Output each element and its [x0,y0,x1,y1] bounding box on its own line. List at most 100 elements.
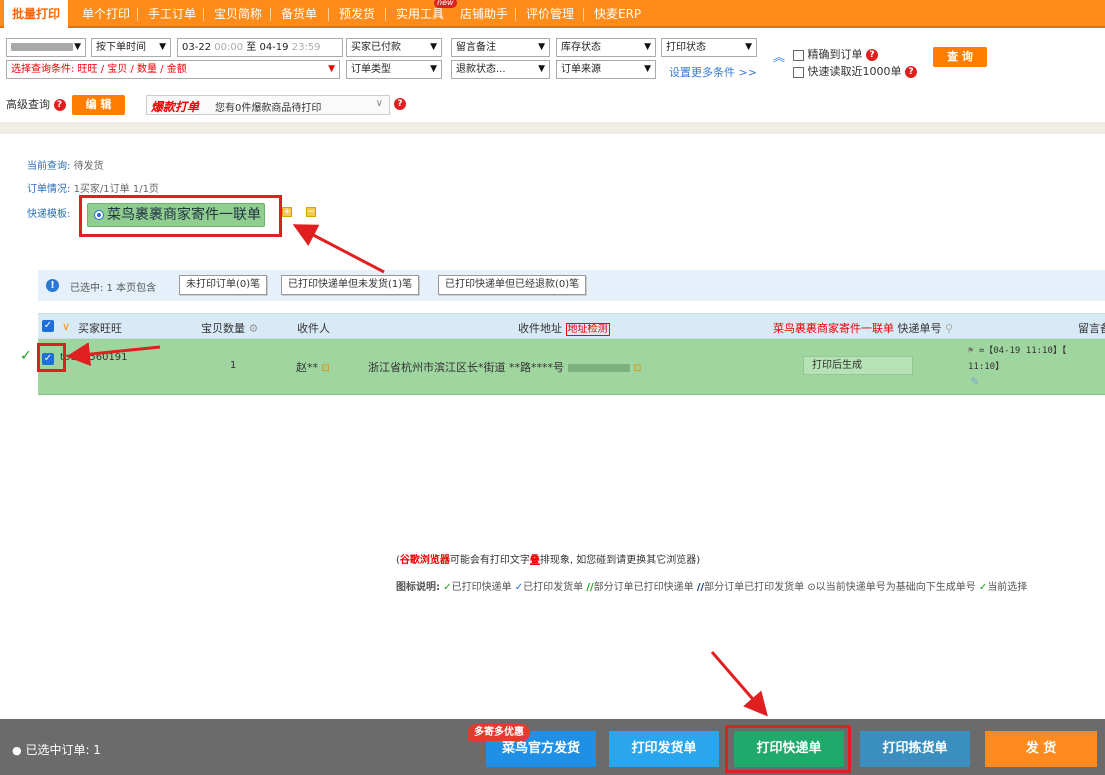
annotation-print-waybill-box [725,725,851,773]
tab-separator [203,8,204,21]
header-qty[interactable]: 宝贝数量 ⚙ [201,320,258,336]
chevron-down-icon: ∨ [375,98,383,109]
address-check-button[interactable]: 地址检测 [565,323,610,336]
warning-browser: 谷歌浏览器 [399,555,450,566]
tab-stock-list[interactable]: 备货单 [273,0,325,28]
shop-select[interactable]: ▼ [6,38,86,57]
exact-order-label: 精确到订单 [807,48,863,61]
chevron-down-icon: ▼ [538,42,545,52]
item-qty: 1 [230,360,237,371]
help-icon[interactable]: ? [905,66,917,78]
print-invoice-button[interactable]: 打印发货单 [609,731,719,767]
table-row[interactable]: ✓ tb112560191 1 赵** ⊡ 浙江省杭州市滨江区长*街道 **路*… [38,339,1105,395]
remark-cell: ⚑ =【04-19 11:10】【 [968,343,1066,356]
pay-status-select[interactable]: 买家已付款 ▼ [346,38,442,57]
edit-remark-icon[interactable]: ✎ [970,375,979,388]
remark-select[interactable]: 留言备注 ▼ [451,38,550,57]
order-status: 订单情况: 1买家/1订单 1/1页 [27,180,159,195]
icon-legend: 图标说明: ✓已打印快递单 ✓已打印发货单 //部分订单已打印快递单 //部分订… [396,578,1027,593]
header-address-label: 收件地址 [518,322,562,335]
tab-manual-order[interactable]: 手工订单 [140,0,204,28]
selected-count-text: 已选中: 1 本页包含 [70,283,157,294]
sort-chevron-icon[interactable]: ∨ [62,320,70,333]
waybill-number-field[interactable]: 打印后生成 [803,356,913,375]
header-address[interactable]: 收件地址 地址检测 [518,320,610,336]
promo-badge: 多寄多优惠 [468,724,530,741]
partial-green-icon: // [586,582,594,593]
blurred-address [567,364,630,372]
order-source-value: 订单来源 [561,64,601,75]
filter-icon[interactable]: ⚲ [945,322,953,335]
tab-pre-ship[interactable]: 预发货 [331,0,383,28]
order-type-value: 订单类型 [351,64,391,75]
help-icon[interactable]: ? [866,49,878,61]
quick-read-option[interactable]: 快速读取近1000单 ? [793,63,917,79]
tab-single-print[interactable]: 单个打印 [74,0,138,28]
hot-print-select[interactable]: 爆款打单 您有0件爆款商品待打印 ∨ [146,95,390,115]
exact-order-checkbox[interactable] [793,49,804,61]
time-type-select[interactable]: 按下单时间 ▼ [91,38,171,57]
tab-item-alias[interactable]: 宝贝简称 [206,0,270,28]
legend-item-4: 部分订单已打印发货单 [704,582,805,593]
more-conditions-link[interactable]: 设置更多条件 >> [669,64,757,80]
divider-band [0,122,1105,134]
select-all-checkbox[interactable]: ✓ [42,319,54,332]
filter-unprinted-button[interactable]: 未打印订单(0)笔 [179,275,268,295]
lock-icon[interactable]: ⊡ [633,363,641,374]
print-status-value: 打印状态 [666,42,706,53]
receiver-name: 赵** [296,361,318,374]
tab-batch-print[interactable]: 批量打印 [4,0,69,28]
edit-button[interactable]: 编 辑 [72,95,125,115]
print-status-select[interactable]: 打印状态 ▼ [661,38,757,57]
ship-button[interactable]: 发 货 [985,731,1097,767]
query-button[interactable]: 查 询 [933,47,987,67]
tab-review-manage[interactable]: 评价管理 [518,0,582,28]
header-buyer[interactable]: 买家旺旺 [78,320,122,336]
tab-erp[interactable]: 快麦ERP [586,0,649,28]
buyer-name[interactable]: tb112560191 [60,352,128,363]
filter-printed-refunded-button[interactable]: 已打印快递单但已经退款(0)笔 [438,275,587,295]
refund-status-select[interactable]: 退款状态... ▼ [451,60,550,79]
check-blue-icon: ✓ [514,582,524,593]
remark-line-2: 11:10】 [968,362,1005,372]
help-icon[interactable]: ? [394,98,406,110]
top-nav: 批量打印 单个打印 手工订单 宝贝简称 备货单 预发货 实用工具 new 店铺助… [0,0,1105,28]
legend-item-3: 部分订单已打印快递单 [593,582,694,593]
exact-order-option[interactable]: 精确到订单 ? [793,46,878,62]
header-waybill-template: 菜鸟裹裹商家寄件一联单 [773,322,894,335]
arrow-to-print-button [710,651,768,717]
remove-template-icon[interactable]: − [306,207,316,217]
tab-shop-assistant[interactable]: 店铺助手 [452,0,516,28]
pay-status-value: 买家已付款 [351,42,401,53]
order-source-select[interactable]: 订单来源 ▼ [556,60,656,79]
receiver-cell: 赵** ⊡ [296,359,330,375]
selection-bar: ! 已选中: 1 本页包含 未打印订单(0)笔 已打印快递单但未发货(1)笔 已… [38,270,1105,301]
query-condition-select[interactable]: 选择查询条件: 旺旺 / 宝贝 / 数量 / 金额 ▼ [6,60,340,79]
legend-item-1: 已打印快递单 [451,582,512,593]
header-waybill[interactable]: 菜鸟裹裹商家寄件一联单 快递单号 ⚲ [773,320,953,336]
bottom-action-bar: ● 已选中订单: 1 多寄多优惠 菜鸟官方发货 打印发货单 打印快递单 打印拣货… [0,719,1105,775]
date-range-input[interactable]: 03-22 00:00 至 04-19 23:59 [177,38,343,57]
browser-warning: (谷歌浏览器可能会有打印文字叠排现象, 如您碰到请更换其它浏览器) [396,551,700,566]
help-icon[interactable]: ? [53,99,66,111]
info-icon: ! [46,279,59,292]
advanced-query-label: 高级查询 [6,98,50,111]
collapse-up-icon[interactable]: ︽ [773,48,785,65]
advanced-query: 高级查询 ? [6,96,66,112]
quick-read-checkbox[interactable] [793,66,804,78]
add-template-icon[interactable]: + [282,207,292,217]
header-remark[interactable]: 留言备 [1078,320,1105,336]
chevron-down-icon: ▼ [644,64,651,74]
lock-icon[interactable]: ⊡ [322,363,330,374]
stock-status-select[interactable]: 库存状态 ▼ [556,38,656,57]
filter-printed-unshipped-button[interactable]: 已打印快递单但未发货(1)笔 [281,275,420,295]
warning-suffix: 排现象, 如您碰到请更换其它浏览器) [539,555,701,566]
quick-read-label: 快速读取近1000单 [807,65,902,78]
header-qty-label: 宝贝数量 [201,322,245,335]
order-type-select[interactable]: 订单类型 ▼ [346,60,442,79]
header-waybill-number: 快递单号 [897,322,942,335]
header-receiver[interactable]: 收件人 [297,320,330,336]
print-pick-list-button[interactable]: 打印拣货单 [860,731,970,767]
chevron-down-icon: ▼ [430,42,437,52]
gear-icon[interactable]: ⚙ [249,322,259,335]
